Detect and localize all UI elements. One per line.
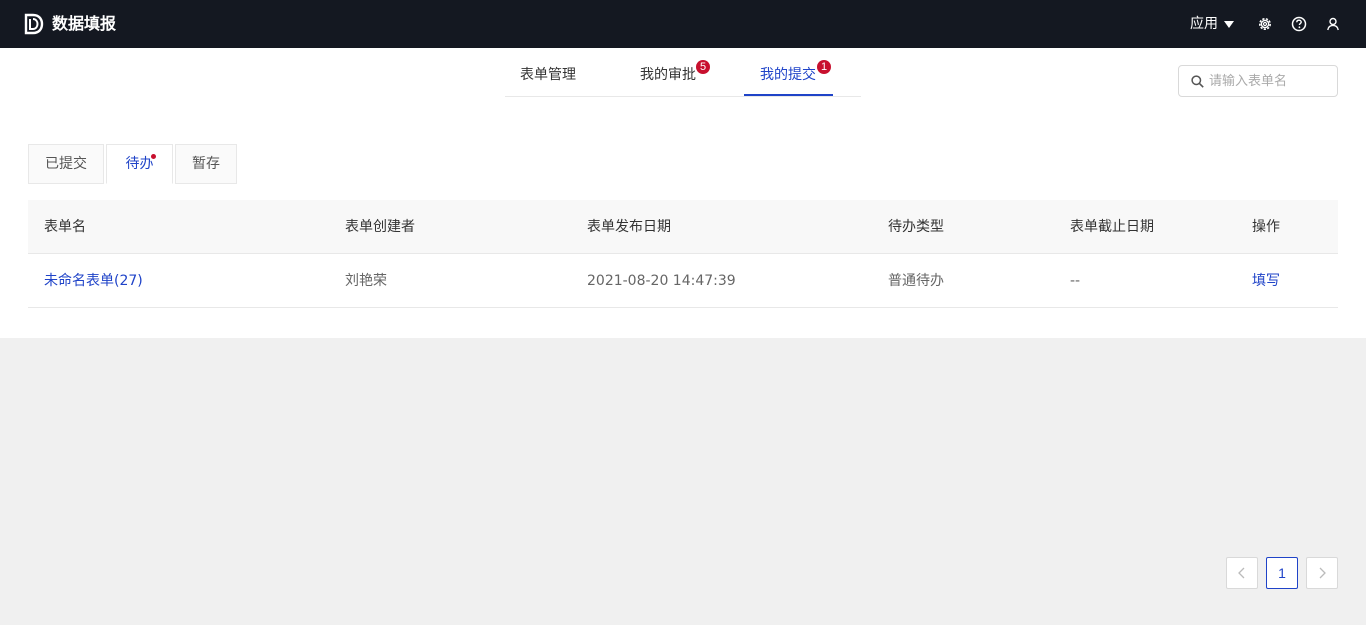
subtab-todo[interactable]: 待办 xyxy=(106,144,173,184)
user-icon[interactable] xyxy=(1325,16,1341,32)
column-header: 操作 xyxy=(1252,219,1280,235)
help-icon[interactable] xyxy=(1291,16,1307,32)
search-input[interactable] xyxy=(1209,70,1333,92)
deadline: -- xyxy=(1070,273,1081,289)
column-header: 表单截止日期 xyxy=(1070,219,1154,235)
logo-icon[interactable] xyxy=(24,13,44,35)
search-icon xyxy=(1191,75,1204,88)
approvals-count-badge: 5 xyxy=(696,60,710,74)
column-header: 表单名 xyxy=(44,219,86,235)
page-1-button[interactable]: 1 xyxy=(1266,557,1298,589)
column-header: 待办类型 xyxy=(888,219,944,235)
next-page-button[interactable] xyxy=(1306,557,1338,589)
subtab-submitted[interactable]: 已提交 xyxy=(28,144,104,184)
main-tabs: 表单管理 我的审批 5 我的提交 1 xyxy=(505,48,861,97)
tab-form-management[interactable]: 表单管理 xyxy=(520,65,576,85)
apps-menu-label: 应用 xyxy=(1190,16,1218,32)
subtab-draft[interactable]: 暂存 xyxy=(175,144,237,184)
apps-menu[interactable]: 应用 xyxy=(1190,14,1234,34)
settings-icon[interactable] xyxy=(1257,16,1273,32)
form-name-link[interactable]: 未命名表单(27) xyxy=(44,254,143,308)
publish-date: 2021-08-20 14:47:39 xyxy=(587,273,736,289)
submissions-count-badge: 1 xyxy=(817,60,831,74)
chevron-right-icon xyxy=(1319,567,1326,579)
search-box xyxy=(1178,65,1338,97)
fill-action-link[interactable]: 填写 xyxy=(1252,254,1280,308)
forms-table: 表单名 表单创建者 表单发布日期 待办类型 表单截止日期 操作 未命名表单(27… xyxy=(28,200,1338,308)
chevron-left-icon xyxy=(1238,567,1245,579)
caret-down-icon xyxy=(1224,20,1234,28)
prev-page-button[interactable] xyxy=(1226,557,1258,589)
table-header: 表单名 表单创建者 表单发布日期 待办类型 表单截止日期 操作 xyxy=(28,200,1338,254)
app-title: 数据填报 xyxy=(52,14,117,33)
column-header: 表单发布日期 xyxy=(587,219,671,235)
todo-dot-badge xyxy=(151,154,156,159)
active-tab-indicator xyxy=(744,94,833,96)
todo-type: 普通待办 xyxy=(888,273,944,289)
top-bar: 数据填报 应用 xyxy=(0,0,1366,48)
table-row: 未命名表单(27) 刘艳荣 2021-08-20 14:47:39 普通待办 -… xyxy=(28,254,1338,308)
content-panel: 已提交 待办 暂存 表单名 表单创建者 表单发布日期 待办类型 表单截止日期 操… xyxy=(0,113,1366,338)
form-creator: 刘艳荣 xyxy=(345,273,387,289)
header: 表单管理 我的审批 5 我的提交 1 xyxy=(0,48,1366,113)
column-header: 表单创建者 xyxy=(345,219,415,235)
tab-my-submissions[interactable]: 我的提交 xyxy=(760,65,816,85)
tab-my-approvals[interactable]: 我的审批 xyxy=(640,65,696,85)
